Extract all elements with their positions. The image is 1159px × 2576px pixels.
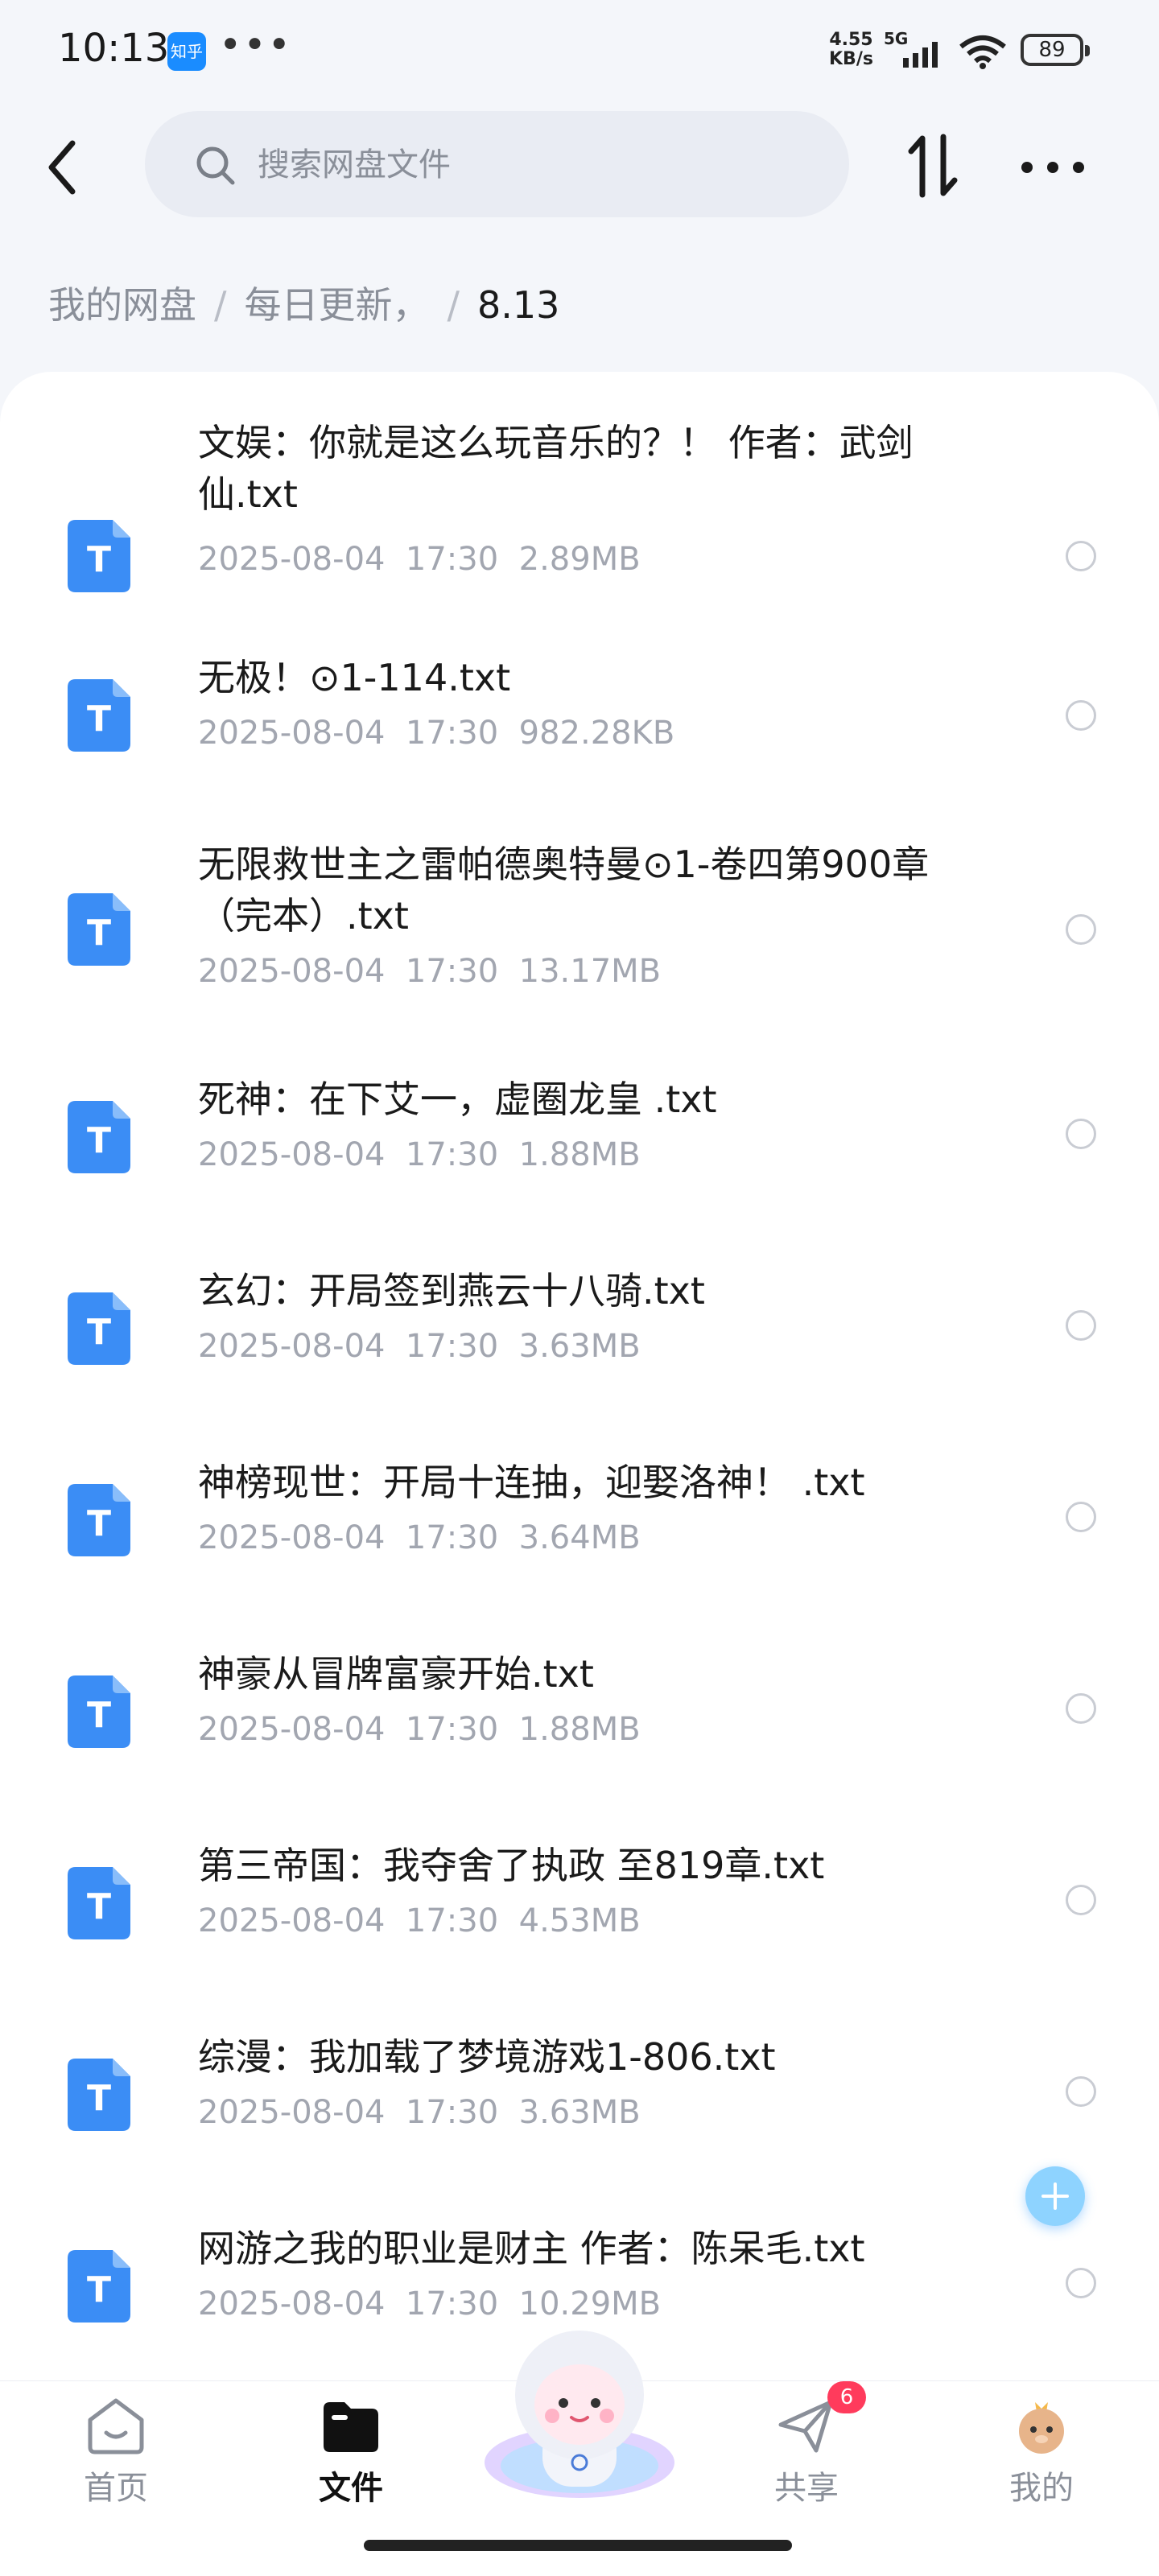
search-icon [196, 146, 235, 185]
svg-text:T: T [87, 1886, 111, 1927]
tab-files[interactable]: 文件 [270, 2381, 431, 2526]
file-name: 网游之我的职业是财主 作者：陈呆毛.txt [198, 2227, 865, 2270]
svg-text:T: T [87, 539, 111, 580]
file-meta: 2025-08-04 17:30 982.28KB [198, 715, 675, 752]
more-notifications-icon: ••• [219, 23, 292, 68]
share-badge: 6 [827, 2381, 866, 2413]
back-arrow-icon[interactable] [40, 135, 89, 200]
tab-label: 我的 [1009, 2470, 1074, 2507]
txt-file-icon: T [68, 2059, 130, 2131]
file-meta: 2025-08-04 17:30 3.63MB [198, 2094, 641, 2131]
file-name: 综漫：我加载了梦境游戏1-806.txt [198, 2035, 776, 2079]
battery-indicator: 89 [1021, 34, 1090, 66]
home-icon [88, 2398, 144, 2454]
signal-icon [903, 42, 938, 68]
file-name: 死神：在下艾一，虚圈龙皇 .txt [198, 1078, 717, 1121]
add-button[interactable] [1025, 2166, 1085, 2226]
svg-text:T: T [87, 699, 111, 740]
search-bar[interactable] [145, 111, 849, 217]
file-meta: 2025-08-04 17:30 1.88MB [198, 1136, 641, 1173]
file-meta: 2025-08-04 17:30 4.53MB [198, 1902, 641, 1939]
select-checkbox[interactable] [1066, 1310, 1096, 1341]
select-checkbox[interactable] [1066, 1502, 1096, 1532]
tab-home[interactable]: 首页 [35, 2381, 196, 2526]
tab-label: 共享 [774, 2470, 839, 2507]
svg-text:T: T [87, 913, 111, 954]
svg-text:T: T [87, 1695, 111, 1736]
share-send-icon [778, 2400, 833, 2453]
file-name: 神榜现世：开局十连抽，迎娶洛神！ .txt [198, 1461, 865, 1504]
tab-me[interactable]: 我的 [961, 2381, 1122, 2526]
txt-file-icon: T [68, 2250, 130, 2323]
file-row[interactable]: T 玄幻：开局签到燕云十八骑.txt 2025-08-04 17:30 3.63… [0, 1265, 1159, 1386]
folder-icon [324, 2402, 378, 2452]
more-icon[interactable] [1016, 143, 1090, 192]
file-name: 文娱：你就是这么玩音乐的？！ 作者：武剑仙.txt [198, 421, 914, 516]
profile-avatar-icon [1019, 2402, 1064, 2454]
file-row[interactable]: T 无极！⊙1-114.txt 2025-08-04 17:30 982.28K… [0, 652, 1159, 773]
txt-file-icon: T [68, 1867, 130, 1939]
file-row[interactable]: T 死神：在下艾一，虚圈龙皇 .txt 2025-08-04 17:30 1.8… [0, 1074, 1159, 1194]
txt-file-icon: T [68, 679, 130, 752]
select-checkbox[interactable] [1066, 2268, 1096, 2298]
breadcrumb: 我的网盘 / 每日更新， / 8.13 [48, 278, 559, 332]
txt-file-icon: T [68, 1101, 130, 1173]
file-meta: 2025-08-04 17:30 1.88MB [198, 1711, 641, 1748]
top-nav [0, 105, 1159, 225]
select-checkbox[interactable] [1066, 914, 1096, 945]
select-checkbox[interactable] [1066, 2076, 1096, 2107]
tab-label: 文件 [319, 2470, 383, 2507]
svg-text:T: T [87, 1503, 111, 1544]
select-checkbox[interactable] [1066, 1693, 1096, 1724]
select-checkbox[interactable] [1066, 700, 1096, 731]
status-bar: 10:13 知乎 ••• 4.55 KB/s 5G 89 [0, 0, 1159, 100]
tab-share[interactable]: 6 共享 [726, 2381, 887, 2526]
select-checkbox[interactable] [1066, 1885, 1096, 1915]
mascot-assistant-icon[interactable] [475, 2318, 684, 2503]
file-name: 无限救世主之雷帕德奥特曼⊙1-卷四第900章（完本）.txt [198, 843, 930, 938]
svg-text:T: T [87, 2078, 111, 2119]
select-checkbox[interactable] [1066, 541, 1096, 571]
zhihu-app-icon: 知乎 [167, 32, 206, 71]
svg-text:T: T [87, 1120, 111, 1161]
file-row[interactable]: T 神豪从冒牌富豪开始.txt 2025-08-04 17:30 1.88MB [0, 1648, 1159, 1769]
status-time: 10:13 [58, 26, 170, 71]
file-meta: 2025-08-04 17:30 3.64MB [198, 1519, 641, 1556]
file-name: 第三帝国：我夺舍了执政 至819章.txt [198, 1844, 825, 1887]
wifi-icon [959, 35, 1006, 69]
file-row[interactable]: T 第三帝国：我夺舍了执政 至819章.txt 2025-08-04 17:30… [0, 1840, 1159, 1960]
file-meta: 2025-08-04 17:30 2.89MB [198, 541, 641, 578]
file-name: 玄幻：开局签到燕云十八骑.txt [198, 1269, 705, 1313]
tab-label: 首页 [84, 2470, 148, 2507]
txt-file-icon: T [68, 1484, 130, 1556]
breadcrumb-my-drive[interactable]: 我的网盘 [48, 283, 196, 327]
file-row[interactable]: T 神榜现世：开局十连抽，迎娶洛神！ .txt 2025-08-04 17:30… [0, 1457, 1159, 1577]
file-list: T 文娱：你就是这么玩音乐的？！ 作者：武剑仙.txt 2025-08-04 1… [0, 372, 1159, 2384]
txt-file-icon: T [68, 893, 130, 966]
file-name: 神豪从冒牌富豪开始.txt [198, 1652, 594, 1696]
txt-file-icon: T [68, 1675, 130, 1748]
file-row[interactable]: T 文娱：你就是这么玩音乐的？！ 作者：武剑仙.txt 2025-08-04 1… [0, 417, 1159, 592]
select-checkbox[interactable] [1066, 1119, 1096, 1149]
home-indicator[interactable] [364, 2540, 792, 2551]
breadcrumb-daily-updates[interactable]: 每日更新， [245, 283, 430, 327]
sort-icon[interactable] [906, 127, 959, 204]
file-name: 无极！⊙1-114.txt [198, 656, 511, 699]
network-speed: 4.55 KB/s [829, 30, 873, 69]
file-row[interactable]: T 无限救世主之雷帕德奥特曼⊙1-卷四第900章（完本）.txt 2025-08… [0, 839, 1159, 999]
svg-text:T: T [87, 2269, 111, 2310]
file-row[interactable]: T 综漫：我加载了梦境游戏1-806.txt 2025-08-04 17:30 … [0, 2031, 1159, 2152]
breadcrumb-separator: / [447, 283, 460, 327]
svg-text:T: T [87, 1312, 111, 1353]
breadcrumb-current-folder: 8.13 [477, 283, 560, 327]
file-meta: 2025-08-04 17:30 3.63MB [198, 1328, 641, 1365]
file-meta: 2025-08-04 17:30 13.17MB [198, 953, 662, 990]
breadcrumb-separator: / [214, 283, 227, 327]
search-input[interactable] [256, 130, 823, 200]
txt-file-icon: T [68, 520, 130, 592]
txt-file-icon: T [68, 1292, 130, 1365]
